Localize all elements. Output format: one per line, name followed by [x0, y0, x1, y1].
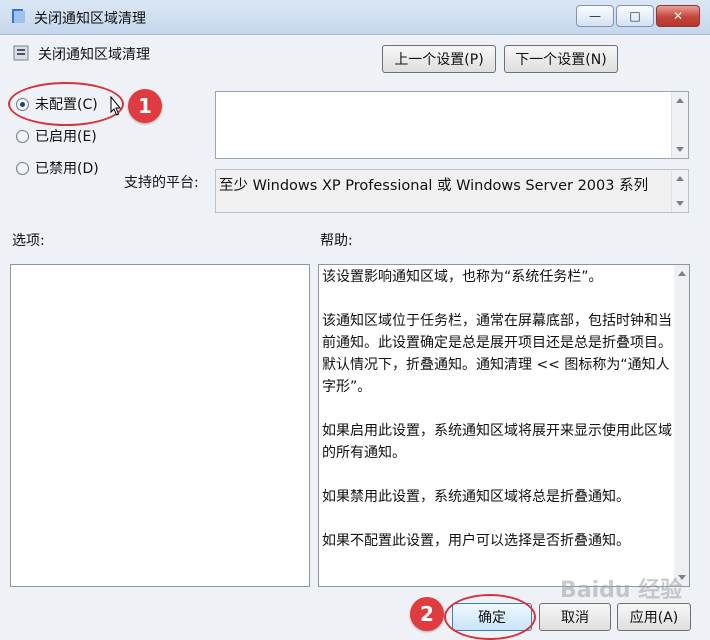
scroll-down-icon[interactable]	[676, 147, 684, 152]
window-title: 关闭通知区域清理	[34, 11, 146, 27]
platform-label: 支持的平台:	[124, 175, 199, 191]
apply-button[interactable]: 应用(A)	[617, 603, 691, 631]
comment-scrollbar[interactable]	[671, 92, 688, 158]
help-scrollbar[interactable]	[674, 265, 689, 586]
highlight-ellipse	[444, 594, 536, 640]
setting-title: 关闭通知区域清理	[38, 47, 150, 63]
highlight-ellipse	[8, 82, 124, 126]
radio-indicator[interactable]	[16, 129, 29, 143]
close-button[interactable]: ✕	[656, 5, 700, 27]
platform-value: 至少 Windows XP Professional 或 Windows Ser…	[219, 178, 649, 194]
cancel-button[interactable]: 取消	[539, 603, 611, 631]
scroll-up-icon[interactable]	[676, 176, 684, 181]
scroll-up-icon[interactable]	[676, 98, 684, 103]
comment-textarea[interactable]	[215, 91, 689, 159]
mouse-cursor-icon	[110, 96, 122, 116]
options-panel	[10, 264, 310, 587]
radio-label: 已禁用(D)	[35, 161, 99, 177]
scroll-down-icon[interactable]	[676, 201, 684, 206]
options-label: 选项:	[12, 233, 45, 249]
maximize-button[interactable]: □	[616, 5, 654, 27]
next-setting-button[interactable]: 下一个设置(N)	[504, 45, 618, 73]
radio-disabled[interactable]: 已禁用(D)	[16, 157, 99, 179]
watermark: Baidu 经验	[560, 578, 683, 603]
help-text: 该设置影响通知区域，也称为“系统任务栏”。 该通知区域位于任务栏，通常在屏幕底部…	[322, 269, 672, 549]
step-badge: 1	[128, 89, 162, 123]
setting-icon	[13, 45, 29, 61]
radio-label: 已启用(E)	[35, 129, 97, 145]
policy-app-icon	[12, 9, 25, 23]
scroll-up-icon[interactable]	[678, 271, 686, 276]
minimize-button[interactable]: —	[576, 5, 614, 27]
platform-scrollbar[interactable]	[671, 170, 688, 212]
help-label: 帮助:	[320, 233, 353, 249]
step-badge: 2	[410, 597, 444, 631]
previous-setting-button[interactable]: 上一个设置(P)	[382, 45, 496, 73]
radio-indicator[interactable]	[16, 161, 29, 175]
radio-enabled[interactable]: 已启用(E)	[16, 125, 97, 147]
